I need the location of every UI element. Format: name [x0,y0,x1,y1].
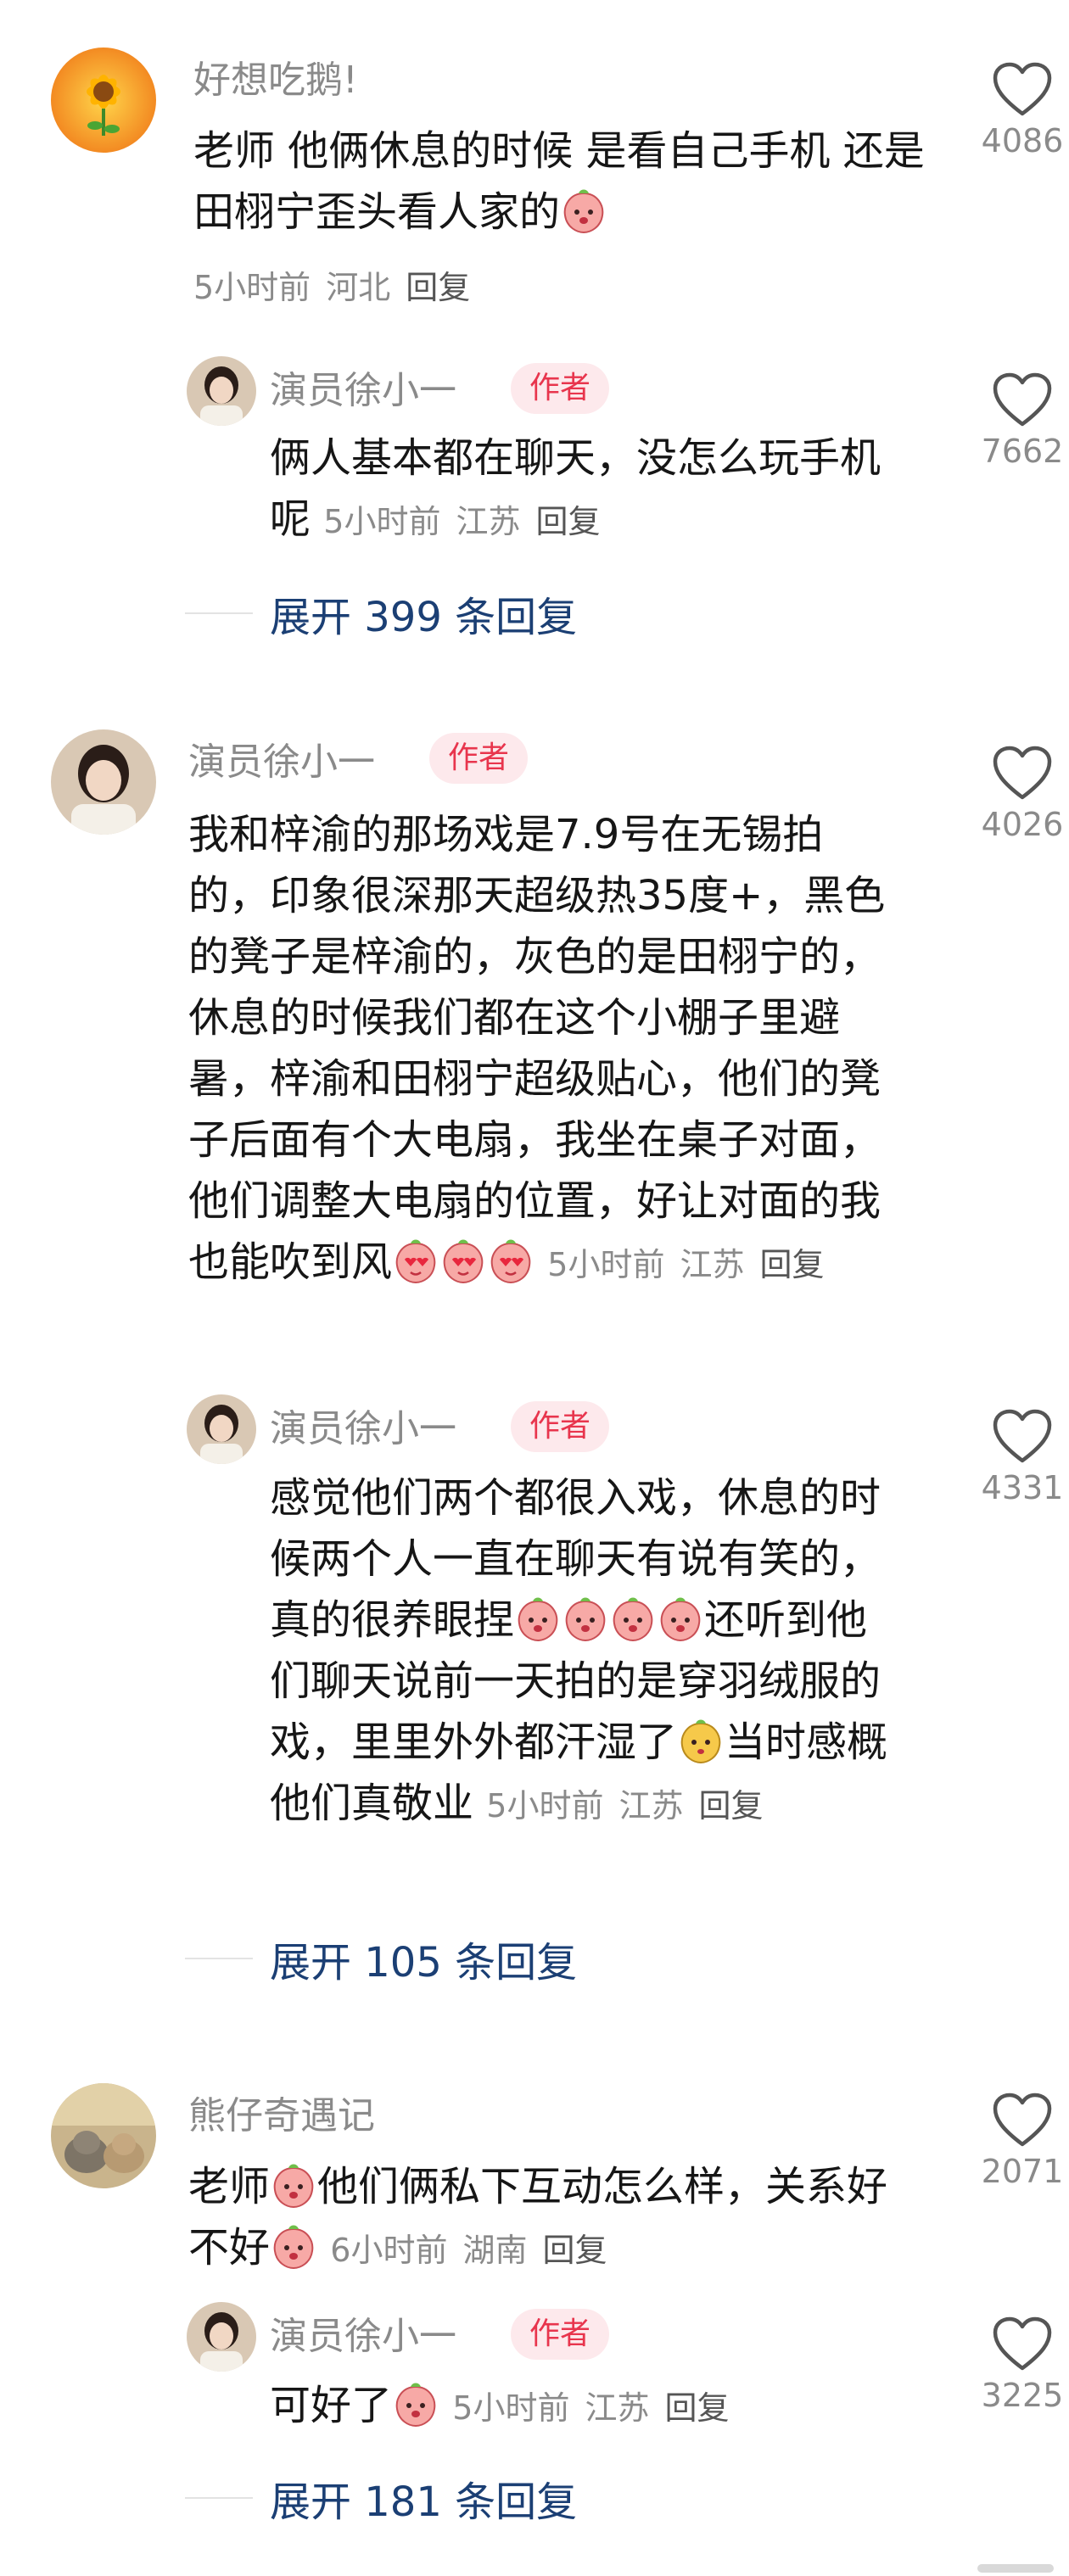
scrollbar[interactable] [977,2564,1054,2573]
comment-text: 我和梓渝的那场戏是7.9号在无锡拍的，印象很深那天超级热35度+，黑色的凳子是梓… [188,804,901,1295]
reply-avatar[interactable] [187,2302,256,2372]
heart-outline-icon [992,372,1053,427]
laughing-face-emoji-icon [563,188,604,233]
covering-mouth-emoji-icon [613,1596,653,1641]
reply-time: 5小时前 [323,503,441,540]
like-count: 3225 [981,2377,1064,2414]
heart-outline-icon [992,1408,1053,1464]
heart-eyes-emoji-icon [395,1238,436,1284]
comment-location: 河北 [326,269,391,306]
reply-time: 5小时前 [452,2389,570,2427]
reply-location: 江苏 [585,2389,650,2427]
comment-text: 老师 他们俩私下互动怎么样，关系好不好 6小时前 湖南 回复 [188,2156,909,2281]
like-count: 4331 [981,1469,1064,1506]
heart-outline-icon [992,2092,1053,2148]
reply-button[interactable]: 回复 [698,1787,763,1824]
comment-time: 5小时前 [193,269,311,306]
like-count: 4026 [981,806,1064,843]
comment-username[interactable]: 好想吃鹅! [193,49,358,103]
heart-outline-icon [992,61,1053,117]
comment-location: 江苏 [680,1246,745,1283]
comment-time: 5小时前 [547,1246,665,1283]
covering-mouth-emoji-icon [518,1596,558,1641]
reply-button[interactable]: 回复 [406,269,470,306]
divider-line [185,1958,253,1959]
expand-replies-button[interactable]: 展开 105 条回复 [185,1929,577,1988]
sunflower-avatar-icon [51,47,156,153]
comment-meta: 5小时前 江苏 回复 [547,1246,839,1283]
reply-text: 可好了 5小时前 江苏 回复 [270,2375,915,2439]
heart-outline-icon [992,2316,1053,2372]
reply-text: 俩人基本都在聊天，没怎么玩手机呢 5小时前 江苏 回复 [270,427,915,552]
like-count: 4086 [981,122,1064,159]
like-button[interactable]: 4086 [963,61,1069,159]
reply-button[interactable]: 回复 [542,2232,607,2269]
comment-time: 6小时前 [330,2232,448,2269]
reply-username[interactable]: 演员徐小一 [270,360,456,414]
like-button[interactable]: 7662 [963,372,1069,470]
reply-location: 江苏 [618,1787,684,1824]
author-badge: 作者 [429,733,529,784]
cats-avatar-icon [51,2083,156,2188]
like-button[interactable]: 4026 [963,745,1069,843]
reply-meta: 5小时前 江苏 回复 [323,503,615,540]
actor-avatar-icon [187,1394,256,1464]
avatar[interactable] [51,47,156,153]
surprised-face-emoji-icon [273,2224,314,2269]
reply-username[interactable]: 演员徐小一 [270,2305,456,2360]
reply-avatar[interactable] [187,1394,256,1464]
expand-replies-label: 展开 181 条回复 [270,2478,578,2526]
comment-username[interactable]: 演员徐小一 [188,731,375,785]
like-count: 7662 [981,433,1064,470]
like-button[interactable]: 2071 [963,2092,1069,2190]
covering-mouth-emoji-icon [660,1596,701,1641]
divider-line [185,2497,253,2499]
expand-replies-button[interactable]: 展开 399 条回复 [185,584,577,643]
author-badge: 作者 [511,1401,610,1452]
reply-text: 感觉他们两个都很入戏，休息的时候两个人一直在聊天有说有笑的，真的很养眼捏 还听到他… [270,1467,898,1836]
comment-text-content: 老师 [188,2163,271,2210]
reply-text-content: 可好了 [270,2382,393,2429]
reply-username[interactable]: 演员徐小一 [270,1398,456,1452]
actor-avatar-icon [187,2302,256,2372]
author-badge: 作者 [511,2309,610,2360]
author-badge: 作者 [511,363,610,414]
like-button[interactable]: 4331 [963,1408,1069,1506]
avatar[interactable] [51,729,156,835]
comment-username[interactable]: 熊仔奇遇记 [188,2085,375,2139]
reply-location: 江苏 [456,503,521,540]
expand-replies-button[interactable]: 展开 181 条回复 [185,2468,577,2528]
reply-button[interactable]: 回复 [535,503,600,540]
comment-text-content: 我和梓渝的那场戏是7.9号在无锡拍的，印象很深那天超级热35度+，黑色的凳子是梓… [188,811,886,1286]
comment-meta: 6小时前 湖南 回复 [330,2232,622,2269]
reply-meta: 5小时前 江苏 回复 [452,2389,744,2427]
heart-eyes-emoji-icon [490,1238,531,1284]
reply-meta: 5小时前 江苏 回复 [486,1787,778,1824]
covering-mouth-emoji-icon [395,2382,436,2427]
reply-avatar[interactable] [187,356,256,426]
reply-time: 5小时前 [486,1787,604,1824]
heart-outline-icon [992,745,1053,801]
heart-eyes-emoji-icon [443,1238,484,1284]
surprised-face-emoji-icon [273,2163,314,2208]
comment-text-content: 老师 他俩休息的时候 是看自己手机 还是田栩宁歪头看人家的 [193,127,925,236]
comment-text: 老师 他俩休息的时候 是看自己手机 还是田栩宁歪头看人家的 [193,120,932,243]
reply-button[interactable]: 回复 [759,1246,824,1283]
actor-avatar-icon [51,729,156,835]
comment-meta: 5小时前 河北 回复 [193,261,485,308]
like-button[interactable]: 3225 [963,2316,1069,2414]
sweating-face-emoji-icon [680,1718,721,1763]
expand-replies-label: 展开 399 条回复 [270,594,578,641]
like-count: 2071 [981,2153,1064,2190]
reply-button[interactable]: 回复 [664,2389,729,2427]
comment-location: 湖南 [462,2232,528,2269]
expand-replies-label: 展开 105 条回复 [270,1939,578,1986]
divider-line [185,612,253,614]
actor-avatar-icon [187,356,256,426]
covering-mouth-emoji-icon [565,1596,606,1641]
avatar[interactable] [51,2083,156,2188]
